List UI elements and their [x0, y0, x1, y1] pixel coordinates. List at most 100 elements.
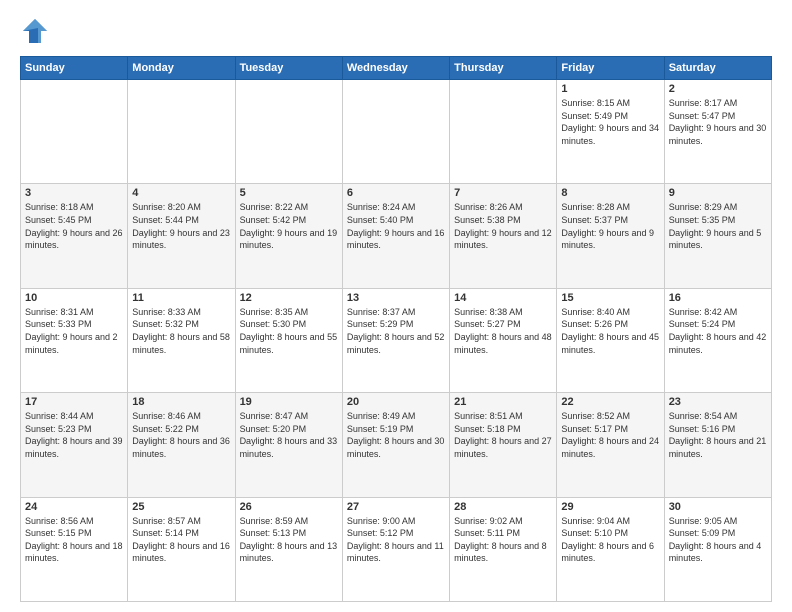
table-row: 25 Sunrise: 8:57 AM Sunset: 5:14 PM Dayli… — [128, 497, 235, 601]
calendar-header-row: Sunday Monday Tuesday Wednesday Thursday… — [21, 57, 772, 80]
calendar-week-row: 10Sunrise: 8:31 AM Sunset: 5:33 PM Dayli… — [21, 288, 772, 392]
day-info: Sunrise: 8:28 AM Sunset: 5:37 PM Dayligh… — [561, 201, 659, 251]
day-info: Sunrise: 8:54 AM Sunset: 5:16 PM Dayligh… — [669, 410, 767, 460]
calendar-table: Sunday Monday Tuesday Wednesday Thursday… — [20, 56, 772, 602]
day-number: 27 — [347, 501, 445, 513]
table-row: 7Sunrise: 8:26 AM Sunset: 5:38 PM Daylig… — [450, 184, 557, 288]
col-tuesday: Tuesday — [235, 57, 342, 80]
day-info: Sunrise: 8:38 AM Sunset: 5:27 PM Dayligh… — [454, 306, 552, 356]
table-row: 8 Sunrise: 8:28 AM Sunset: 5:37 PM Daylig… — [557, 184, 664, 288]
day-info: Sunrise: 9:00 AM Sunset: 5:12 PM Dayligh… — [347, 515, 445, 565]
day-number: 28 — [454, 501, 552, 513]
day-number: 17 — [25, 396, 123, 408]
day-number: 4 — [132, 187, 230, 199]
day-number: 25 — [132, 501, 230, 513]
day-info: Sunrise: 8:20 AM Sunset: 5:44 PM Dayligh… — [132, 201, 230, 251]
day-info: Sunrise: 8:47 AM Sunset: 5:20 PM Dayligh… — [240, 410, 338, 460]
table-row: 11 Sunrise: 8:33 AM Sunset: 5:32 PM Dayli… — [128, 288, 235, 392]
table-row — [128, 80, 235, 184]
day-number: 13 — [347, 292, 445, 304]
day-info: Sunrise: 8:15 AM Sunset: 5:49 PM Dayligh… — [561, 97, 659, 147]
day-info: Sunrise: 8:26 AM Sunset: 5:38 PM Dayligh… — [454, 201, 552, 251]
table-row: 19 Sunrise: 8:47 AM Sunset: 5:20 PM Dayli… — [235, 393, 342, 497]
day-number: 15 — [561, 292, 659, 304]
table-row: 29Sunrise: 9:04 AM Sunset: 5:10 PM Dayli… — [557, 497, 664, 601]
table-row: 6 Sunrise: 8:24 AM Sunset: 5:40 PM Daylig… — [342, 184, 449, 288]
col-friday: Friday — [557, 57, 664, 80]
table-row: 23 Sunrise: 8:54 AM Sunset: 5:16 PM Dayli… — [664, 393, 771, 497]
table-row: 9 Sunrise: 8:29 AM Sunset: 5:35 PM Daylig… — [664, 184, 771, 288]
day-info: Sunrise: 8:49 AM Sunset: 5:19 PM Dayligh… — [347, 410, 445, 460]
table-row: 17Sunrise: 8:44 AM Sunset: 5:23 PM Dayli… — [21, 393, 128, 497]
day-info: Sunrise: 8:31 AM Sunset: 5:33 PM Dayligh… — [25, 306, 123, 356]
calendar-week-row: 3Sunrise: 8:18 AM Sunset: 5:45 PM Daylig… — [21, 184, 772, 288]
day-info: Sunrise: 8:35 AM Sunset: 5:30 PM Dayligh… — [240, 306, 338, 356]
table-row: 28 Sunrise: 9:02 AM Sunset: 5:11 PM Dayli… — [450, 497, 557, 601]
table-row — [342, 80, 449, 184]
day-info: Sunrise: 8:29 AM Sunset: 5:35 PM Dayligh… — [669, 201, 767, 251]
day-number: 24 — [25, 501, 123, 513]
table-row: 30 Sunrise: 9:05 AM Sunset: 5:09 PM Dayli… — [664, 497, 771, 601]
calendar-week-row: 17Sunrise: 8:44 AM Sunset: 5:23 PM Dayli… — [21, 393, 772, 497]
table-row: 4 Sunrise: 8:20 AM Sunset: 5:44 PM Daylig… — [128, 184, 235, 288]
day-info: Sunrise: 9:05 AM Sunset: 5:09 PM Dayligh… — [669, 515, 767, 565]
day-number: 3 — [25, 187, 123, 199]
day-info: Sunrise: 8:37 AM Sunset: 5:29 PM Dayligh… — [347, 306, 445, 356]
table-row: 20 Sunrise: 8:49 AM Sunset: 5:19 PM Dayli… — [342, 393, 449, 497]
calendar-week-row: 24 Sunrise: 8:56 AM Sunset: 5:15 PM Dayli… — [21, 497, 772, 601]
day-number: 12 — [240, 292, 338, 304]
col-saturday: Saturday — [664, 57, 771, 80]
table-row: 3Sunrise: 8:18 AM Sunset: 5:45 PM Daylig… — [21, 184, 128, 288]
logo — [20, 16, 54, 46]
day-number: 6 — [347, 187, 445, 199]
table-row: 13 Sunrise: 8:37 AM Sunset: 5:29 PM Dayli… — [342, 288, 449, 392]
day-number: 11 — [132, 292, 230, 304]
day-info: Sunrise: 8:17 AM Sunset: 5:47 PM Dayligh… — [669, 97, 767, 147]
day-info: Sunrise: 8:57 AM Sunset: 5:14 PM Dayligh… — [132, 515, 230, 565]
col-wednesday: Wednesday — [342, 57, 449, 80]
day-number: 23 — [669, 396, 767, 408]
day-info: Sunrise: 9:02 AM Sunset: 5:11 PM Dayligh… — [454, 515, 552, 565]
table-row: 1 Sunrise: 8:15 AM Sunset: 5:49 PM Daylig… — [557, 80, 664, 184]
header — [20, 16, 772, 46]
day-info: Sunrise: 8:24 AM Sunset: 5:40 PM Dayligh… — [347, 201, 445, 251]
table-row: 22 Sunrise: 8:52 AM Sunset: 5:17 PM Dayli… — [557, 393, 664, 497]
table-row — [21, 80, 128, 184]
day-number: 9 — [669, 187, 767, 199]
day-number: 16 — [669, 292, 767, 304]
day-number: 19 — [240, 396, 338, 408]
day-number: 18 — [132, 396, 230, 408]
day-info: Sunrise: 8:22 AM Sunset: 5:42 PM Dayligh… — [240, 201, 338, 251]
day-info: Sunrise: 8:42 AM Sunset: 5:24 PM Dayligh… — [669, 306, 767, 356]
table-row: 16 Sunrise: 8:42 AM Sunset: 5:24 PM Dayli… — [664, 288, 771, 392]
day-number: 1 — [561, 83, 659, 95]
table-row: 27 Sunrise: 9:00 AM Sunset: 5:12 PM Dayli… — [342, 497, 449, 601]
day-number: 8 — [561, 187, 659, 199]
day-info: Sunrise: 8:46 AM Sunset: 5:22 PM Dayligh… — [132, 410, 230, 460]
day-number: 22 — [561, 396, 659, 408]
day-number: 29 — [561, 501, 659, 513]
table-row: 14 Sunrise: 8:38 AM Sunset: 5:27 PM Dayli… — [450, 288, 557, 392]
day-number: 21 — [454, 396, 552, 408]
day-info: Sunrise: 8:51 AM Sunset: 5:18 PM Dayligh… — [454, 410, 552, 460]
table-row — [235, 80, 342, 184]
day-number: 30 — [669, 501, 767, 513]
calendar-week-row: 1 Sunrise: 8:15 AM Sunset: 5:49 PM Daylig… — [21, 80, 772, 184]
day-number: 20 — [347, 396, 445, 408]
table-row: 21 Sunrise: 8:51 AM Sunset: 5:18 PM Dayli… — [450, 393, 557, 497]
col-monday: Monday — [128, 57, 235, 80]
day-number: 2 — [669, 83, 767, 95]
day-info: Sunrise: 8:40 AM Sunset: 5:26 PM Dayligh… — [561, 306, 659, 356]
col-sunday: Sunday — [21, 57, 128, 80]
table-row: 5Sunrise: 8:22 AM Sunset: 5:42 PM Daylig… — [235, 184, 342, 288]
day-info: Sunrise: 8:59 AM Sunset: 5:13 PM Dayligh… — [240, 515, 338, 565]
table-row: 26 Sunrise: 8:59 AM Sunset: 5:13 PM Dayli… — [235, 497, 342, 601]
table-row: 18 Sunrise: 8:46 AM Sunset: 5:22 PM Dayli… — [128, 393, 235, 497]
day-number: 26 — [240, 501, 338, 513]
logo-icon — [20, 16, 50, 46]
day-info: Sunrise: 8:33 AM Sunset: 5:32 PM Dayligh… — [132, 306, 230, 356]
col-thursday: Thursday — [450, 57, 557, 80]
day-info: Sunrise: 8:52 AM Sunset: 5:17 PM Dayligh… — [561, 410, 659, 460]
day-info: Sunrise: 8:56 AM Sunset: 5:15 PM Dayligh… — [25, 515, 123, 565]
day-number: 14 — [454, 292, 552, 304]
